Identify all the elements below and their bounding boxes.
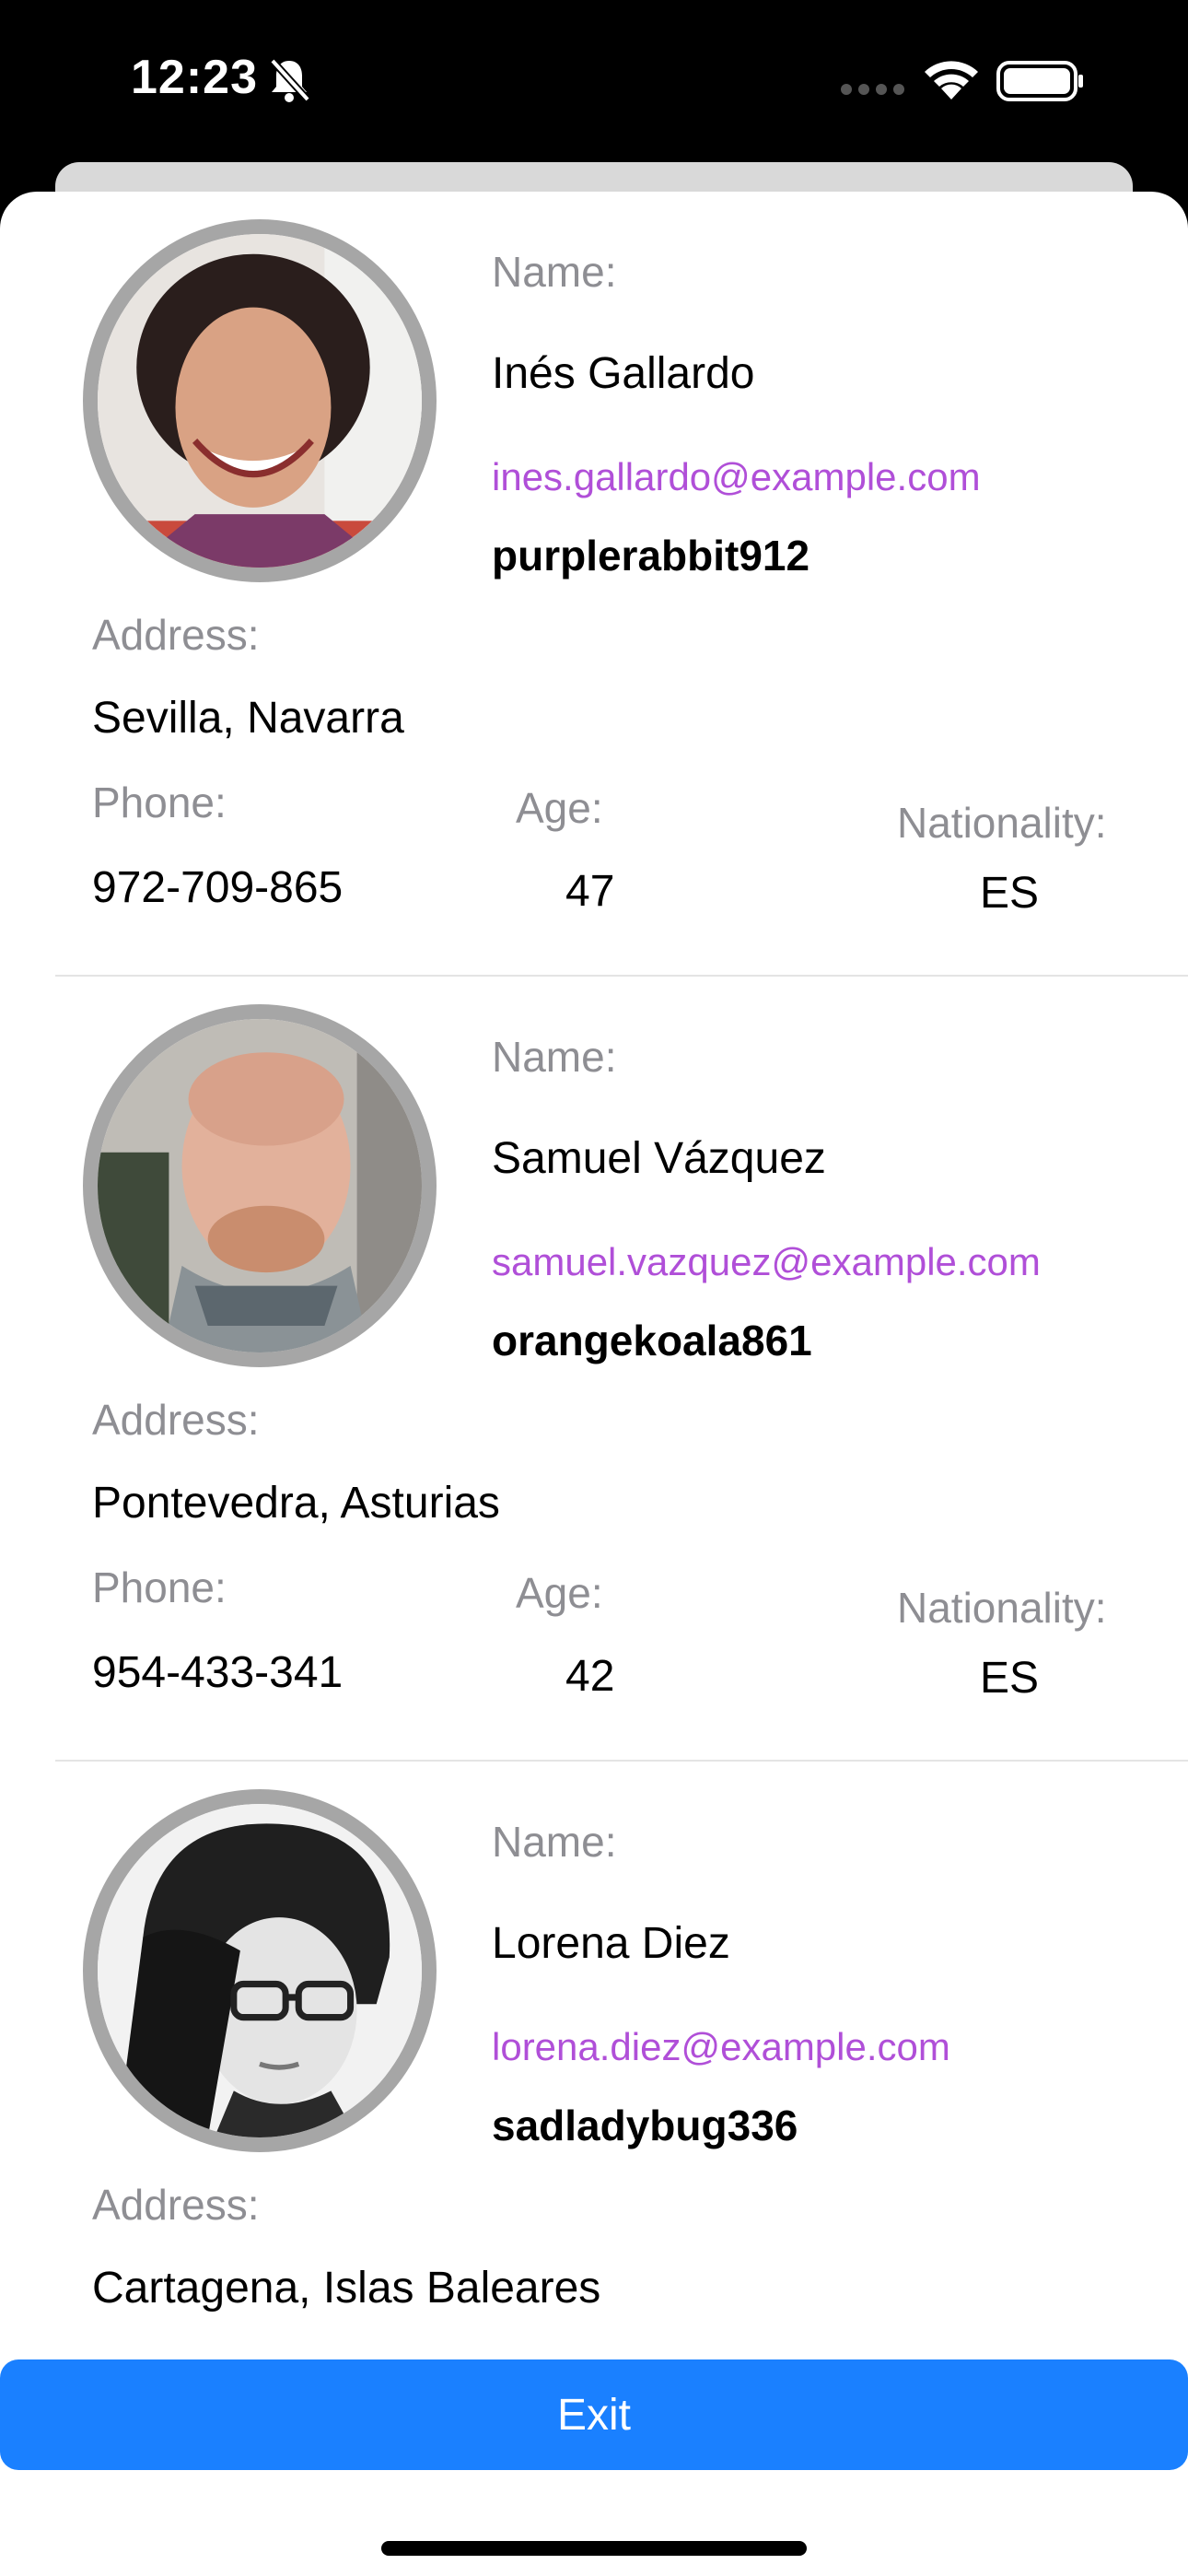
user-email[interactable]: ines.gallardo@example.com [492,455,981,499]
user-age: 47 [565,867,615,916]
user-avatar [83,1789,437,2152]
user-card: Name: Samuel Vázquez samuel.vazquez@exam… [0,977,1188,1762]
user-username: sadladybug336 [492,2102,798,2149]
user-address: Sevilla, Navarra [92,694,404,743]
age-label: Age: [516,784,603,832]
signal-icon [841,84,904,95]
user-card: Name: Inés Gallardo ines.gallardo@exampl… [0,192,1188,977]
user-phone[interactable]: 972-709-865 [92,862,343,913]
battery-icon [996,61,1083,101]
wifi-icon [925,61,978,100]
age-label: Age: [516,1569,603,1617]
user-avatar [83,1004,437,1367]
name-label: Name: [492,1033,617,1081]
name-label: Name: [492,248,617,296]
status-bar: 12:23 [0,0,1188,166]
user-email[interactable]: samuel.vazquez@example.com [492,1240,1041,1284]
user-nationality: ES [980,869,1040,918]
user-nationality: ES [980,1654,1040,1703]
user-address: Pontevedra, Asturias [92,1479,500,1528]
address-label: Address: [92,611,260,659]
user-username: orangekoala861 [492,1317,812,1364]
bell-slash-icon [270,58,310,102]
user-list-sheet[interactable]: Name: Inés Gallardo ines.gallardo@exampl… [0,192,1188,2576]
name-label: Name: [492,1818,617,1866]
home-indicator[interactable] [381,2541,807,2556]
user-address: Cartagena, Islas Baleares [92,2264,601,2313]
user-name: Lorena Diez [492,1919,730,1968]
nationality-label: Nationality: [897,1584,1107,1632]
exit-button[interactable]: Exit [0,2359,1188,2470]
user-email[interactable]: lorena.diez@example.com [492,2025,950,2069]
nationality-label: Nationality: [897,799,1107,847]
user-name: Samuel Vázquez [492,1134,826,1183]
phone-label: Phone: [92,779,227,826]
user-username: purplerabbit912 [492,532,810,580]
user-phone[interactable]: 954-433-341 [92,1647,343,1698]
user-avatar [83,219,437,582]
status-time: 12:23 [131,51,258,104]
address-label: Address: [92,2181,260,2229]
phone-label: Phone: [92,1563,227,1611]
user-age: 42 [565,1652,615,1701]
user-name: Inés Gallardo [492,349,755,398]
address-label: Address: [92,1396,260,1444]
